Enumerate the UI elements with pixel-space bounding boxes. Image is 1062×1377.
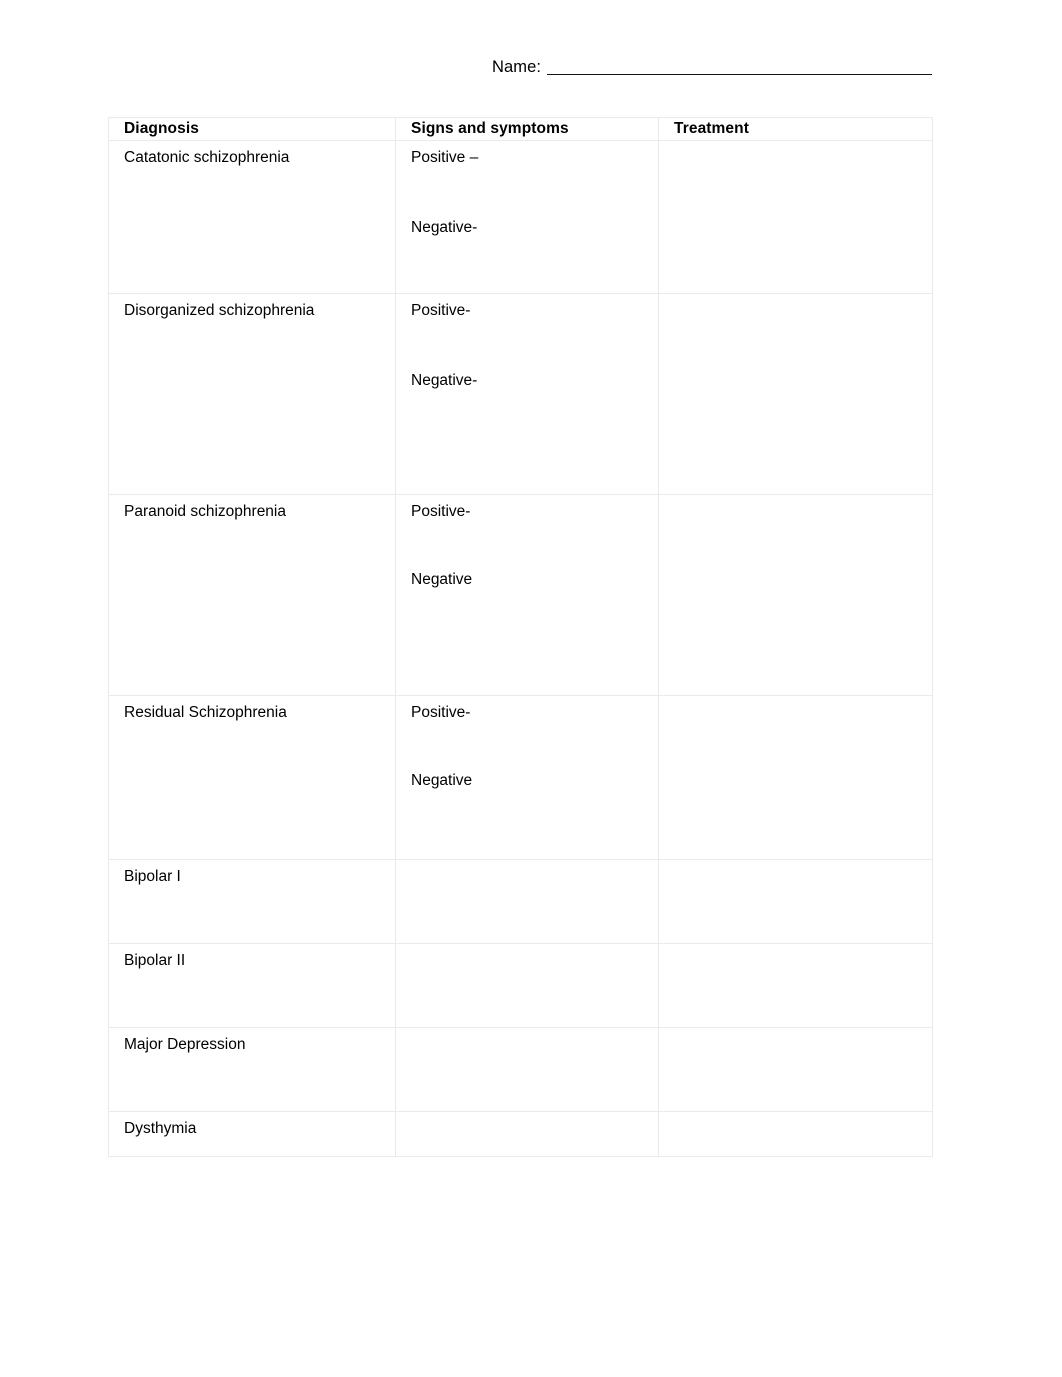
cell-signs[interactable] xyxy=(395,1027,659,1112)
treatment-entry xyxy=(674,696,932,697)
column-header-diagnosis: Diagnosis xyxy=(108,117,396,141)
cell-treatment[interactable] xyxy=(658,1027,933,1112)
column-header-treatment: Treatment xyxy=(658,117,933,141)
column-header-diagnosis-label: Diagnosis xyxy=(124,120,199,137)
treatment-entry xyxy=(674,294,932,295)
column-header-signs: Signs and symptoms xyxy=(395,117,659,141)
name-write-in-line[interactable] xyxy=(547,74,933,75)
cell-treatment[interactable] xyxy=(658,293,933,495)
diagnosis-label: Major Depression xyxy=(124,1036,246,1053)
cell-diagnosis: Bipolar I xyxy=(108,859,396,944)
cell-diagnosis: Residual Schizophrenia xyxy=(108,695,396,860)
table-row: Bipolar II xyxy=(108,943,933,1028)
treatment-entry xyxy=(674,495,932,496)
cell-diagnosis: Paranoid schizophrenia xyxy=(108,494,396,696)
treatment-entry xyxy=(674,1112,932,1113)
signs-entry xyxy=(411,860,658,861)
treatment-entry xyxy=(674,1028,932,1029)
cell-signs[interactable] xyxy=(395,943,659,1028)
signs-entry xyxy=(411,944,658,945)
signs-negative-label: Negative xyxy=(411,772,473,789)
diagnosis-label: Disorganized schizophrenia xyxy=(124,302,315,319)
cell-treatment[interactable] xyxy=(658,140,933,294)
diagnosis-label: Residual Schizophrenia xyxy=(124,704,287,721)
table-row: Major Depression xyxy=(108,1027,933,1112)
cell-signs[interactable]: Positive – Negative- xyxy=(395,140,659,294)
cell-diagnosis: Bipolar II xyxy=(108,943,396,1028)
diagnosis-label: Bipolar I xyxy=(124,868,181,885)
cell-treatment[interactable] xyxy=(658,943,933,1028)
signs-positive-label: Positive- xyxy=(411,302,471,319)
table-row: Dysthymia xyxy=(108,1111,933,1157)
treatment-entry xyxy=(674,141,932,142)
cell-diagnosis: Catatonic schizophrenia xyxy=(108,140,396,294)
cell-signs[interactable] xyxy=(395,1111,659,1157)
name-label: Name: xyxy=(492,58,542,76)
treatment-entry xyxy=(674,860,932,861)
column-header-treatment-label: Treatment xyxy=(674,120,749,137)
signs-negative-label: Negative- xyxy=(411,372,478,389)
diagnosis-worksheet-table: Diagnosis Signs and symptoms Treatment C… xyxy=(108,117,933,1157)
signs-negative-label: Negative xyxy=(411,571,473,588)
cell-signs[interactable]: Positive- Negative xyxy=(395,695,659,860)
cell-signs[interactable]: Positive- Negative xyxy=(395,494,659,696)
signs-entry xyxy=(411,1112,658,1113)
table-row: Paranoid schizophrenia Positive- Negativ… xyxy=(108,494,933,696)
diagnosis-label: Catatonic schizophrenia xyxy=(124,149,290,166)
cell-diagnosis: Dysthymia xyxy=(108,1111,396,1157)
cell-treatment[interactable] xyxy=(658,859,933,944)
table-row: Bipolar I xyxy=(108,859,933,944)
name-field-row: Name: xyxy=(492,56,933,78)
cell-treatment[interactable] xyxy=(658,1111,933,1157)
table-header-row: Diagnosis Signs and symptoms Treatment xyxy=(108,117,933,141)
signs-entry xyxy=(411,1028,658,1029)
diagnosis-label: Paranoid schizophrenia xyxy=(124,503,286,520)
cell-signs[interactable] xyxy=(395,859,659,944)
diagnosis-label: Bipolar II xyxy=(124,952,186,969)
cell-diagnosis: Major Depression xyxy=(108,1027,396,1112)
signs-positive-label: Positive – xyxy=(411,149,479,166)
table-row: Residual Schizophrenia Positive- Negativ… xyxy=(108,695,933,860)
signs-positive-label: Positive- xyxy=(411,503,471,520)
diagnosis-label: Dysthymia xyxy=(124,1120,197,1137)
cell-treatment[interactable] xyxy=(658,494,933,696)
cell-treatment[interactable] xyxy=(658,695,933,860)
table-row: Disorganized schizophrenia Positive- Neg… xyxy=(108,293,933,495)
signs-positive-label: Positive- xyxy=(411,704,471,721)
column-header-signs-label: Signs and symptoms xyxy=(411,120,569,137)
signs-negative-label: Negative- xyxy=(411,219,478,236)
cell-signs[interactable]: Positive- Negative- xyxy=(395,293,659,495)
treatment-entry xyxy=(674,944,932,945)
table-row: Catatonic schizophrenia Positive – Negat… xyxy=(108,140,933,294)
cell-diagnosis: Disorganized schizophrenia xyxy=(108,293,396,495)
